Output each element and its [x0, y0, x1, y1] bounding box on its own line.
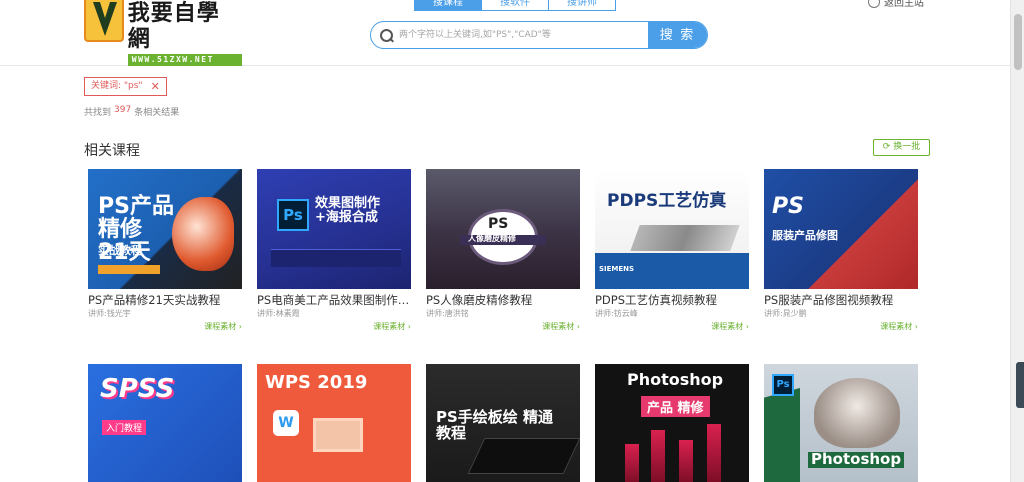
scrollbar-thumb[interactable]	[1014, 14, 1022, 70]
search-button[interactable]: 搜 索	[648, 22, 707, 48]
page-scrollbar[interactable]	[1010, 0, 1024, 482]
course-thumbnail[interactable]: PS 人像磨皮精修	[426, 169, 580, 289]
course-thumbnail[interactable]: Ps Photoshop	[764, 364, 918, 482]
course-card[interactable]: Photoshop 产品 精修	[595, 364, 749, 482]
course-teacher: 讲师:钱光宇	[88, 309, 131, 318]
logo-v-icon	[84, 0, 124, 42]
course-thumbnail[interactable]: PS产品精修 21天 实战教程	[88, 169, 242, 289]
course-thumbnail[interactable]: Ps 效果图制作 +海报合成	[257, 169, 411, 289]
back-home-link[interactable]: 返回主站	[868, 0, 924, 9]
course-card[interactable]: PS 服装产品修图 PS服装产品修图视频教程 讲师:晁少鹏 课程素材 ›	[764, 169, 918, 331]
course-thumbnail[interactable]: PS 服装产品修图	[764, 169, 918, 289]
keyword-tag-label: 关键词: "ps"	[91, 81, 143, 91]
course-material-link[interactable]: 课程素材 ›	[880, 321, 918, 332]
course-thumbnail[interactable]: PS手绘板绘 精通教程	[426, 364, 580, 482]
course-teacher: 讲师:晁少鹏	[764, 309, 807, 318]
drawing-tablet-icon	[467, 438, 580, 474]
search-icon	[371, 22, 399, 48]
site-logo[interactable]: 我要自學網 WWW.51ZXW.NET	[84, 0, 242, 66]
tab-search-software[interactable]: 搜软件	[481, 0, 549, 11]
result-count: 共找到 397 条相关结果	[84, 105, 180, 118]
course-title[interactable]: PS人像磨皮精修教程	[426, 293, 580, 307]
photoshop-icon: Ps	[277, 199, 309, 231]
course-title[interactable]: PS电商美工产品效果图制作+海报合成	[257, 293, 411, 307]
home-icon	[868, 0, 880, 8]
course-card[interactable]: Ps 效果图制作 +海报合成 PS电商美工产品效果图制作+海报合成 讲师:林素霞…	[257, 169, 411, 331]
search-input[interactable]	[399, 22, 648, 48]
course-teacher: 讲师:唐洪铭	[426, 309, 469, 318]
course-material-link[interactable]: 课程素材 ›	[711, 321, 749, 332]
search-bar: 搜 索	[370, 21, 708, 49]
logo-name: 我要自學網	[127, 0, 220, 52]
course-card[interactable]: PS 人像磨皮精修 PS人像磨皮精修教程 讲师:唐洪铭 课程素材 ›	[426, 169, 580, 331]
course-thumbnail[interactable]: PDPS工艺仿真 SIEMENS	[595, 169, 749, 289]
course-material-link[interactable]: 课程素材 ›	[542, 321, 580, 332]
logo-url: WWW.51ZXW.NET	[127, 54, 242, 66]
course-card[interactable]: PDPS工艺仿真 SIEMENS PDPS工艺仿真视频教程 讲师:钫云峰 课程素…	[595, 169, 749, 331]
course-card[interactable]: Ps Photoshop	[764, 364, 918, 482]
course-title[interactable]: PS产品精修21天实战教程	[88, 293, 242, 307]
course-thumbnail[interactable]: Photoshop 产品 精修	[595, 364, 749, 482]
photoshop-icon: Ps	[772, 374, 794, 396]
course-title[interactable]: PDPS工艺仿真视频教程	[595, 293, 749, 307]
course-teacher: 讲师:林素霞	[257, 309, 300, 318]
result-number: 397	[114, 105, 132, 115]
course-thumbnail[interactable]: WPS 2019 W	[257, 364, 411, 482]
refresh-button[interactable]: ⟳ 换一批	[873, 139, 930, 156]
course-card[interactable]: PS手绘板绘 精通教程	[426, 364, 580, 482]
tab-search-teachers[interactable]: 搜讲师	[548, 0, 616, 11]
siemens-logo: SIEMENS	[599, 265, 635, 273]
course-card[interactable]: PS产品精修 21天 实战教程 PS产品精修21天实战教程 讲师:钱光宇 课程素…	[88, 169, 242, 331]
search-tabs: 搜课程 搜软件 搜讲师	[414, 0, 616, 11]
course-material-link[interactable]: 课程素材 ›	[204, 321, 242, 332]
course-title[interactable]: PS服装产品修图视频教程	[764, 293, 918, 307]
back-home-label: 返回主站	[884, 0, 924, 9]
wps-icon: W	[273, 410, 299, 436]
course-teacher: 讲师:钫云峰	[595, 309, 638, 318]
course-card[interactable]: SPSS 入门教程	[88, 364, 242, 482]
close-icon[interactable]: ✕	[151, 78, 160, 95]
course-material-link[interactable]: 课程素材 ›	[373, 321, 411, 332]
keyword-filter-tag: 关键词: "ps" ✕	[84, 77, 167, 96]
course-card[interactable]: WPS 2019 W	[257, 364, 411, 482]
tab-search-courses[interactable]: 搜课程	[414, 0, 482, 11]
side-float-widget[interactable]	[1016, 362, 1024, 408]
cat-image	[814, 378, 900, 448]
course-thumbnail[interactable]: SPSS 入门教程	[88, 364, 242, 482]
section-title: 相关课程	[84, 143, 140, 159]
site-header: 我要自學網 WWW.51ZXW.NET 搜课程 搜软件 搜讲师 搜 索 返回主站	[0, 0, 1010, 66]
